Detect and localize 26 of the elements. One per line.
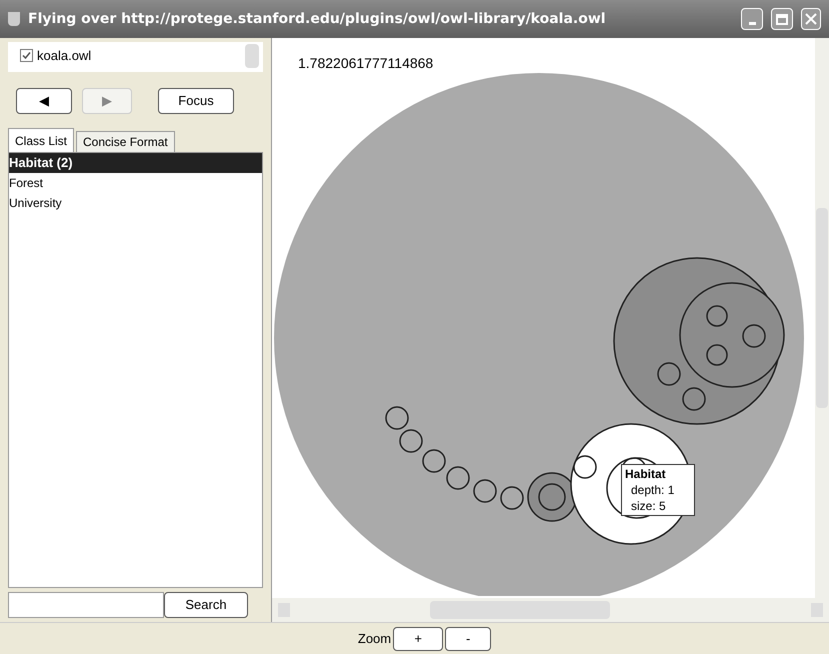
zoom-out-button[interactable]: - (445, 626, 492, 650)
class-item[interactable]: Forest (9, 173, 262, 193)
zoom-value: 1.7822061777114868 (298, 54, 434, 73)
window-title: Flying over http://protege.stanford.edu/plugins/owl/owl-library/koala.owl (28, 10, 607, 28)
search-field[interactable] (8, 592, 164, 618)
zoom-in-button[interactable]: + (393, 626, 444, 650)
zoom-label: Zoom (358, 630, 392, 648)
maximize-button[interactable] (771, 8, 793, 30)
vertical-scrollbar[interactable] (815, 38, 829, 598)
checkbox[interactable] (20, 49, 33, 62)
close-button[interactable] (801, 8, 821, 30)
tooltip-line: size: 5 (630, 498, 667, 514)
close-icon (805, 13, 817, 25)
class-item[interactable]: University (9, 193, 262, 213)
minimize-button[interactable] (741, 8, 763, 30)
ontology-item[interactable]: koala.owl (20, 46, 92, 66)
focus-button[interactable]: Focus (158, 88, 234, 114)
tab[interactable]: Concise Format (76, 131, 175, 152)
class-item[interactable]: Habitat (2) (9, 153, 262, 173)
tooltip-title: Habitat (625, 466, 667, 482)
horizontal-scrollbar[interactable] (272, 598, 829, 622)
tooltip-line: depth: 1 (630, 482, 676, 498)
search-button[interactable]: Search (164, 592, 248, 618)
scrollbar-thumb[interactable] (816, 208, 828, 408)
back-button[interactable]: ◀ (16, 88, 72, 114)
tab[interactable]: Class List (8, 128, 74, 152)
